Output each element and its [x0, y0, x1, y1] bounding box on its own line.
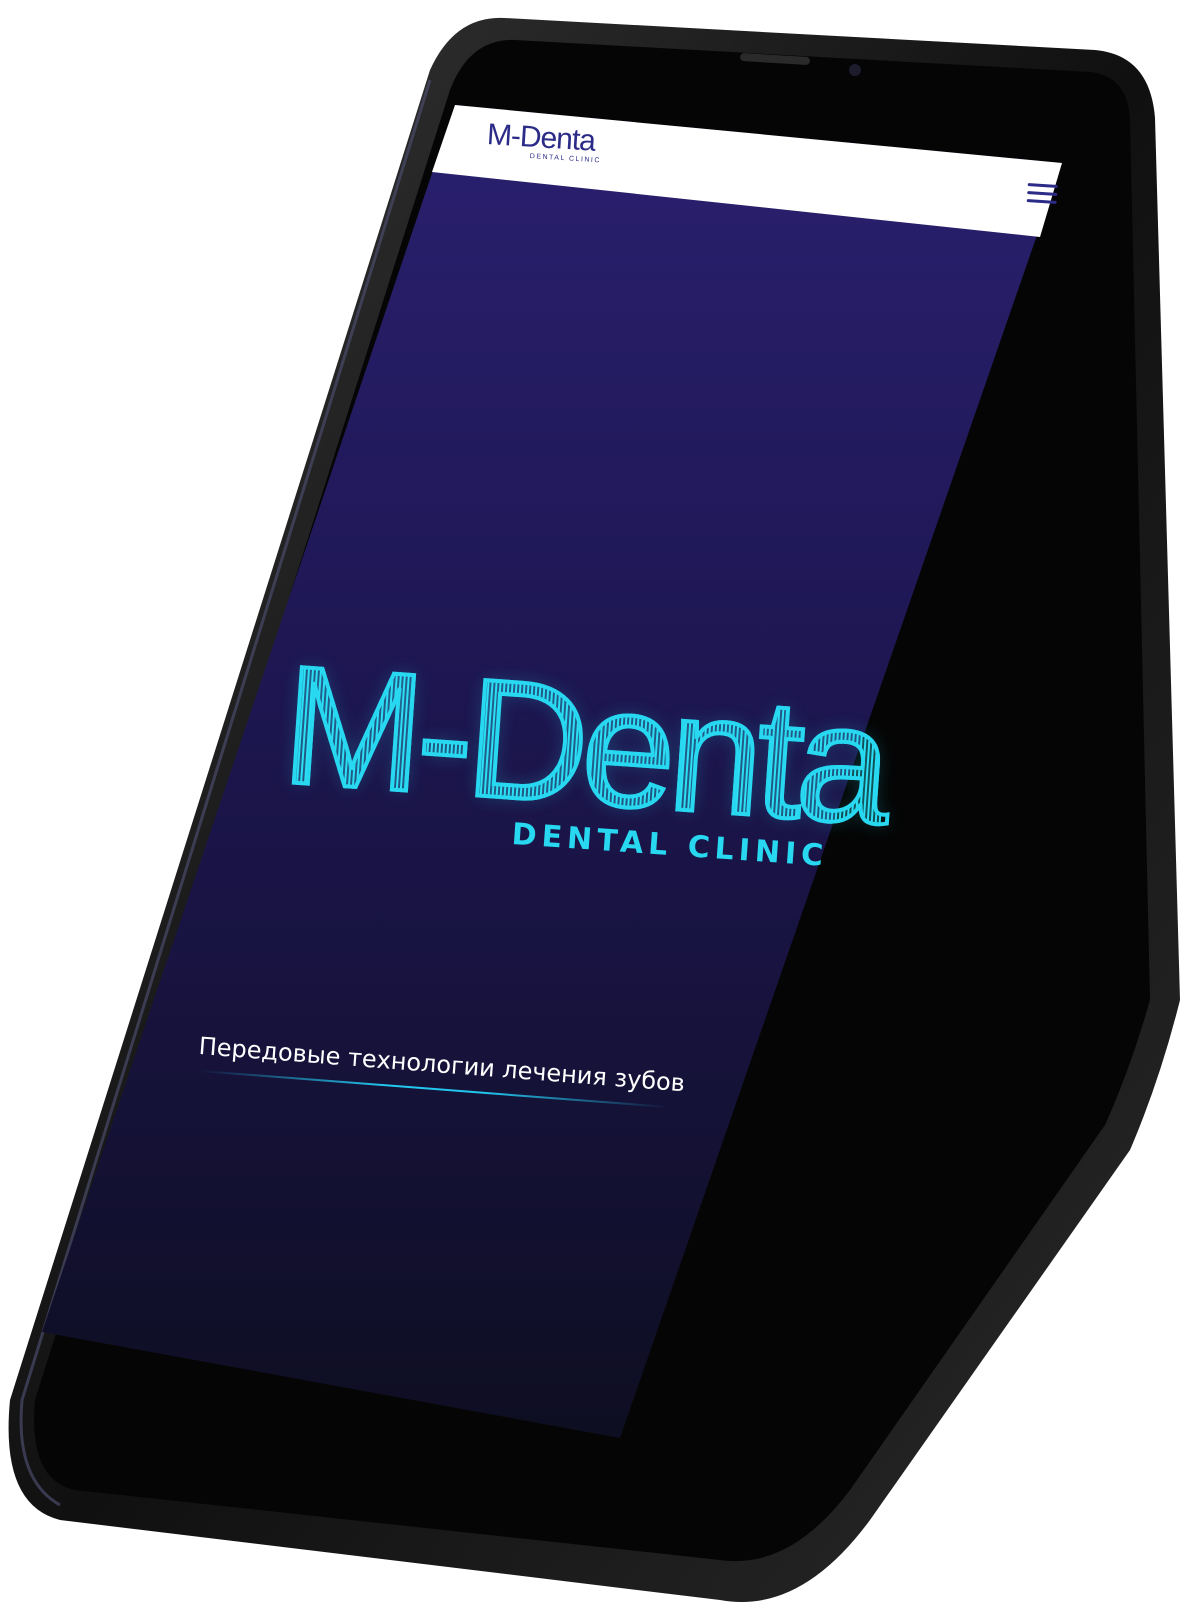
- menu-bar-middle: [1027, 191, 1058, 196]
- mockup-stage: M-Denta DENTAL CLINIC M-Denta DENTAL CLI…: [0, 0, 1185, 1623]
- menu-bar-top: [1027, 183, 1058, 188]
- header-logo[interactable]: M-Denta: [486, 118, 596, 158]
- menu-bar-bottom: [1026, 199, 1057, 204]
- hero-logo: M-Denta: [276, 628, 894, 862]
- hamburger-menu-icon[interactable]: [1026, 183, 1058, 211]
- front-camera: [849, 64, 861, 76]
